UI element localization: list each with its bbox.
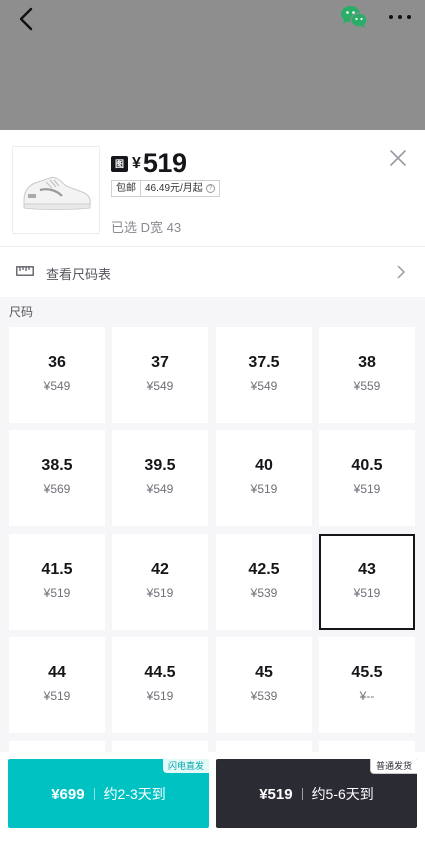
size-value: 44.5: [144, 664, 176, 681]
size-value: 38: [358, 354, 376, 371]
size-price: ¥519: [353, 482, 381, 496]
size-option[interactable]: 44 ¥519: [9, 637, 105, 733]
normal-delivery-badge: 普通发货: [369, 759, 417, 774]
size-chart-label: 查看尺码表: [46, 267, 112, 282]
selected-variant: 已选 D宽 43: [111, 220, 182, 235]
size-option[interactable]: 45 ¥539: [216, 637, 312, 733]
size-value: 40: [255, 457, 273, 474]
shipping-tag: 包邮: [111, 180, 141, 197]
purchase-bar: 闪电直发 ¥699 约2-3天到 普通发货 ¥519 约5-6天到: [0, 752, 425, 852]
size-price: ¥569: [43, 482, 71, 496]
size-price: ¥559: [353, 379, 381, 393]
info-icon: ?: [205, 184, 215, 193]
size-price: ¥--: [359, 689, 375, 703]
size-price: ¥519: [250, 482, 278, 496]
size-price: ¥519: [146, 689, 174, 703]
size-option-partial[interactable]: [216, 741, 312, 752]
size-option-partial[interactable]: [319, 741, 415, 752]
size-price: ¥549: [250, 379, 278, 393]
more-icon[interactable]: [388, 12, 412, 22]
size-option[interactable]: 43 ¥519: [319, 534, 415, 630]
size-value: 45: [255, 664, 273, 681]
size-value: 40.5: [351, 457, 383, 474]
fast-delivery-content: ¥699 约2-3天到: [8, 785, 209, 803]
size-value: 38.5: [41, 457, 73, 474]
size-grid-area: 尺码 36 ¥549 37 ¥549 37.5 ¥549 38 ¥559 38.5 ¥569 39.…: [0, 297, 425, 752]
top-bar: [0, 0, 425, 40]
size-option[interactable]: 45.5 ¥--: [319, 637, 415, 733]
fast-delivery-price: ¥699: [51, 785, 85, 803]
size-option[interactable]: 41.5 ¥519: [9, 534, 105, 630]
size-option-partial[interactable]: [112, 741, 208, 752]
size-option[interactable]: 40 ¥519: [216, 430, 312, 526]
normal-delivery-button[interactable]: 普通发货 ¥519 约5-6天到: [216, 759, 417, 828]
size-value: 42.5: [248, 561, 280, 578]
ruler-icon: [16, 266, 34, 276]
sneaker-image: [23, 177, 91, 210]
size-option[interactable]: 42 ¥519: [112, 534, 208, 630]
size-price: ¥519: [146, 586, 174, 600]
size-value: 36: [48, 354, 66, 371]
size-option[interactable]: 37 ¥549: [112, 327, 208, 423]
size-price: ¥519: [43, 586, 71, 600]
size-option[interactable]: 38 ¥559: [319, 327, 415, 423]
size-price: ¥549: [146, 379, 174, 393]
size-value: 37: [151, 354, 169, 371]
installment-text: 46.49元/月起: [145, 183, 203, 194]
fast-delivery-eta: 约2-3天到: [103, 786, 166, 802]
size-option[interactable]: 40.5 ¥519: [319, 430, 415, 526]
normal-delivery-eta: 约5-6天到: [311, 786, 374, 802]
normal-delivery-price: ¥519: [259, 785, 293, 803]
installment-tag[interactable]: 46.49元/月起?: [141, 180, 220, 197]
size-selection-sheet: 图鞋 ¥ 519 包邮 46.49元/月起? 已选 D宽 43 查看尺码表 尺码…: [0, 130, 425, 852]
currency-symbol: ¥: [132, 155, 141, 172]
fast-delivery-badge: 闪电直发: [162, 759, 209, 773]
normal-delivery-content: ¥519 约5-6天到: [216, 785, 417, 803]
fast-delivery-button[interactable]: 闪电直发 ¥699 约2-3天到: [8, 759, 209, 828]
size-price: ¥539: [250, 689, 278, 703]
separator: [93, 788, 95, 800]
close-icon[interactable]: [388, 148, 408, 168]
size-option[interactable]: 36 ¥549: [9, 327, 105, 423]
size-option[interactable]: 37.5 ¥549: [216, 327, 312, 423]
size-value: 45.5: [351, 664, 383, 681]
size-option[interactable]: 42.5 ¥539: [216, 534, 312, 630]
product-thumbnail: [12, 146, 100, 234]
size-price: ¥519: [353, 586, 381, 600]
size-value: 39.5: [144, 457, 176, 474]
size-option-partial[interactable]: [9, 741, 105, 752]
size-value: 43: [358, 561, 376, 578]
wechat-icon[interactable]: [340, 5, 368, 29]
current-price: 519: [142, 148, 187, 178]
back-icon[interactable]: [14, 6, 40, 32]
size-price: ¥539: [250, 586, 278, 600]
size-value: 44: [48, 664, 66, 681]
size-price: ¥549: [43, 379, 71, 393]
chevron-right-icon: [397, 265, 405, 279]
size-option[interactable]: 38.5 ¥569: [9, 430, 105, 526]
size-value: 41.5: [41, 561, 73, 578]
size-value: 37.5: [248, 354, 280, 371]
product-badge: 图鞋: [111, 156, 128, 185]
separator: [301, 788, 303, 800]
size-chart-row[interactable]: 查看尺码表: [0, 247, 425, 297]
size-section-title: 尺码: [9, 305, 34, 319]
price-tags: 包邮 46.49元/月起?: [111, 180, 220, 197]
size-price: ¥549: [146, 482, 174, 496]
price-row: 图鞋 ¥ 519: [111, 144, 187, 185]
size-value: 42: [151, 561, 169, 578]
size-option[interactable]: 44.5 ¥519: [112, 637, 208, 733]
size-option[interactable]: 39.5 ¥549: [112, 430, 208, 526]
size-price: ¥519: [43, 689, 71, 703]
